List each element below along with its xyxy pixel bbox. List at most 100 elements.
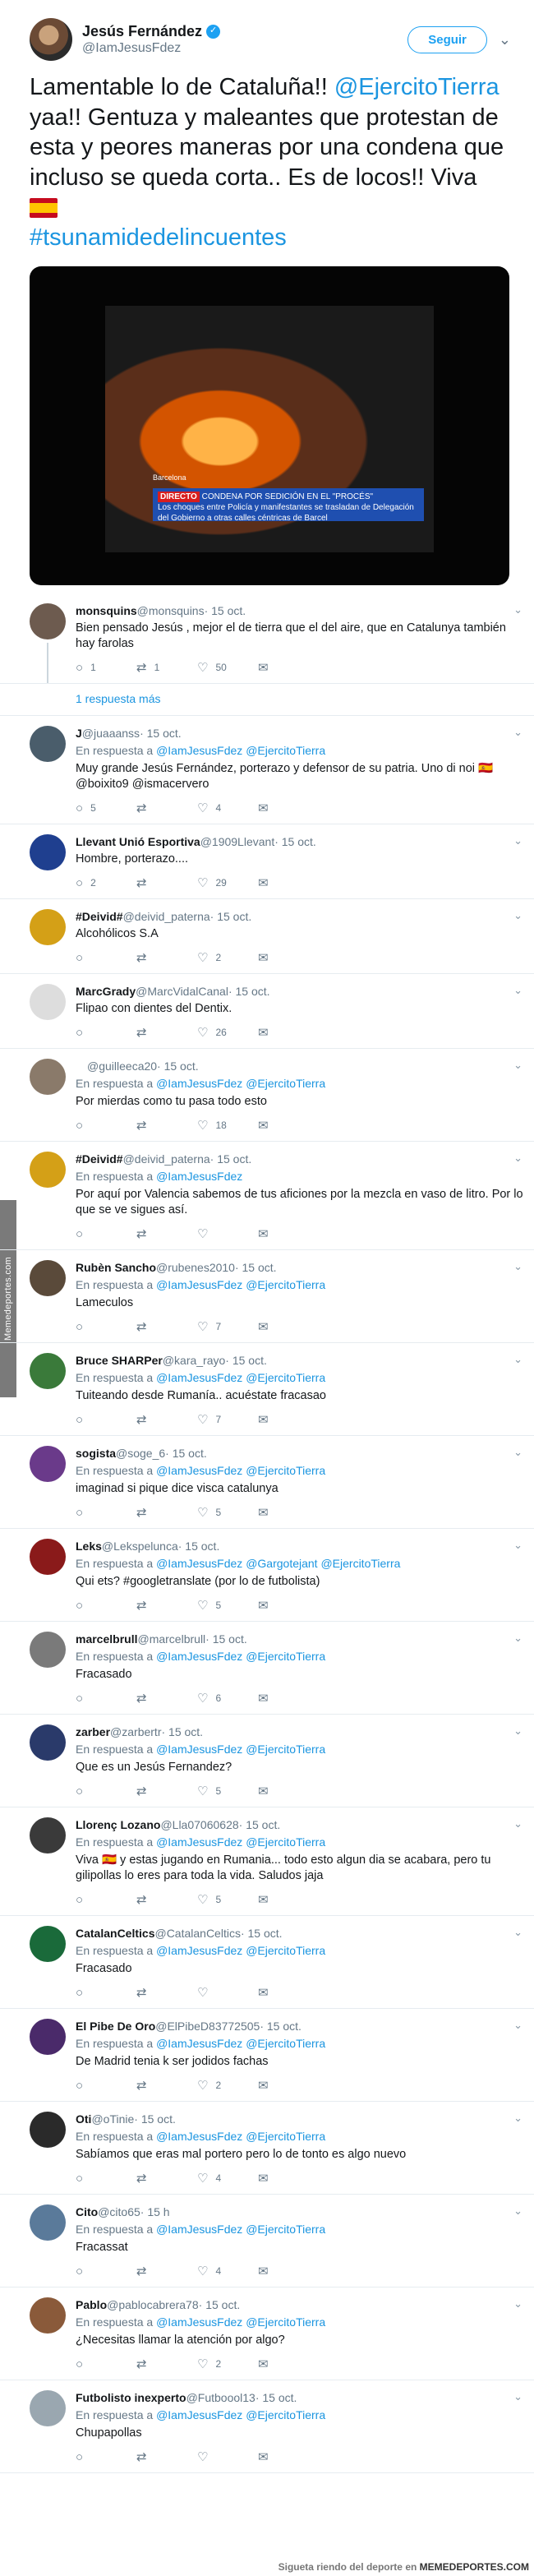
reply-tweet[interactable]: ⌄ CatalanCeltics@CatalanCeltics· 15 oct. E… xyxy=(0,1916,534,2010)
message-action[interactable]: ✉ xyxy=(258,950,319,965)
reply-tweet[interactable]: ⌄ #Deivid#@deivid_paterna· 15 oct. En resp… xyxy=(0,1142,534,1251)
in-reply-mentions[interactable]: @IamJesusFdez @EjercitoTierra xyxy=(156,1944,325,1957)
chevron-down-icon[interactable]: ⌄ xyxy=(513,726,522,739)
retweet-action[interactable]: ⇄ xyxy=(136,2078,197,2093)
reply-tweet[interactable]: ⌄ MarcGrady@MarcVidalCanal· 15 oct. Flipao… xyxy=(0,974,534,1050)
retweet-action[interactable]: ⇄ xyxy=(136,875,197,890)
reply-author-handle[interactable]: @guilleeca20 xyxy=(87,1059,157,1073)
author-name-text[interactable]: Jesús Fernández xyxy=(82,22,202,41)
retweet-action[interactable]: ⇄ xyxy=(136,1691,197,1706)
reply-author-name[interactable]: CatalanCeltics xyxy=(76,1927,154,1940)
message-action[interactable]: ✉ xyxy=(258,1892,319,1907)
reply-author-name[interactable]: marcelbrull xyxy=(76,1632,137,1646)
reply-date[interactable]: · 15 h xyxy=(140,2205,170,2218)
like-action[interactable]: ♡ 5 xyxy=(197,1784,258,1798)
reply-author-name[interactable]: J xyxy=(76,727,82,740)
chevron-down-icon[interactable]: ⌄ xyxy=(513,834,522,847)
chevron-down-icon[interactable]: ⌄ xyxy=(513,1817,522,1830)
avatar[interactable] xyxy=(30,18,72,61)
in-reply-mentions[interactable]: @IamJesusFdez @EjercitoTierra xyxy=(156,1464,325,1477)
reply-action[interactable]: ○ xyxy=(76,2079,136,2093)
avatar[interactable] xyxy=(30,834,66,871)
reply-tweet[interactable]: ⌄ marcelbrull@marcelbrull· 15 oct. En resp… xyxy=(0,1622,534,1715)
message-action[interactable]: ✉ xyxy=(258,660,319,675)
reply-author-handle[interactable]: @Lla07060628 xyxy=(160,1818,238,1831)
reply-tweet[interactable]: ⌄ Rubèn Sancho@rubenes2010· 15 oct. En res… xyxy=(0,1250,534,1344)
reply-author-name[interactable]: Rubèn Sancho xyxy=(76,1261,156,1274)
retweet-action[interactable]: ⇄ xyxy=(136,1025,197,1040)
reply-tweet[interactable]: ⌄ #Deivid#@deivid_paterna· 15 oct. Alcohól… xyxy=(0,899,534,975)
like-action[interactable]: ♡ 2 xyxy=(197,2078,258,2093)
reply-date[interactable]: · 15 oct. xyxy=(274,835,316,848)
reply-date[interactable]: · 15 oct. xyxy=(210,1152,252,1166)
message-action[interactable]: ✉ xyxy=(258,2264,319,2278)
avatar[interactable] xyxy=(30,909,66,946)
chevron-down-icon[interactable]: ⌄ xyxy=(513,1059,522,1072)
reply-action[interactable]: ○ 2 xyxy=(76,876,136,890)
reply-action[interactable]: ○ xyxy=(76,2172,136,2186)
message-action[interactable]: ✉ xyxy=(258,2171,319,2186)
avatar[interactable] xyxy=(30,1539,66,1576)
message-action[interactable]: ✉ xyxy=(258,2078,319,2093)
retweet-action[interactable]: ⇄ xyxy=(136,2357,197,2371)
reply-author-handle[interactable]: @MarcVidalCanal xyxy=(136,985,228,998)
avatar[interactable] xyxy=(30,2112,66,2149)
avatar[interactable] xyxy=(30,1446,66,1483)
in-reply-mentions[interactable]: @IamJesusFdez @EjercitoTierra xyxy=(156,2408,325,2421)
reply-tweet[interactable]: ⌄ Llevant Unió Esportiva@1909Llevant· 15 … xyxy=(0,824,534,900)
reply-author-name[interactable]: Futbolisto inexperto xyxy=(76,2391,186,2404)
in-reply-mentions[interactable]: @IamJesusFdez @Gargotejant @EjercitoTier… xyxy=(156,1557,400,1570)
reply-date[interactable]: · 15 oct. xyxy=(178,1540,220,1553)
reply-author-handle[interactable]: @marcelbrull xyxy=(137,1632,205,1646)
avatar[interactable] xyxy=(30,726,66,763)
reply-author-name[interactable] xyxy=(76,1059,87,1073)
like-action[interactable]: ♡ xyxy=(197,2449,258,2464)
message-action[interactable]: ✉ xyxy=(258,1784,319,1798)
like-action[interactable]: ♡ 2 xyxy=(197,2357,258,2371)
reply-tweet[interactable]: ⌄ Llorenç Lozano@Lla07060628· 15 oct. En r… xyxy=(0,1807,534,1917)
reply-tweet[interactable]: ⌄ sogista@soge_6· 15 oct. En respuesta a @… xyxy=(0,1436,534,1530)
reply-action[interactable]: ○ xyxy=(76,1119,136,1133)
reply-date[interactable]: · 15 oct. xyxy=(241,1927,283,1940)
message-action[interactable]: ✉ xyxy=(258,2449,319,2464)
like-action[interactable]: ♡ 7 xyxy=(197,1319,258,1334)
avatar[interactable] xyxy=(30,1059,66,1096)
like-action[interactable]: ♡ 5 xyxy=(197,1598,258,1613)
reply-action[interactable]: ○ xyxy=(76,1506,136,1520)
in-reply-mentions[interactable]: @IamJesusFdez @EjercitoTierra xyxy=(156,744,325,757)
in-reply-mentions[interactable]: @IamJesusFdez @EjercitoTierra xyxy=(156,2315,325,2329)
message-action[interactable]: ✉ xyxy=(258,1412,319,1427)
reply-author-name[interactable]: monsquins xyxy=(76,604,137,617)
reply-author-handle[interactable]: @juaaanss xyxy=(82,727,140,740)
reply-tweet[interactable]: ⌄ Bruce SHARPer@kara_rayo· 15 oct. En resp… xyxy=(0,1343,534,1437)
in-reply-mentions[interactable]: @IamJesusFdez @EjercitoTierra xyxy=(156,1077,325,1090)
message-action[interactable]: ✉ xyxy=(258,1226,319,1241)
reply-tweet[interactable]: ⌄ Futbolisto inexperto@Futboool13· 15 oct… xyxy=(0,2380,534,2474)
reply-date[interactable]: · 15 oct. xyxy=(165,1447,207,1460)
reply-author-name[interactable]: Llevant Unió Esportiva xyxy=(76,835,200,848)
reply-author-handle[interactable]: @kara_rayo xyxy=(163,1354,225,1367)
reply-action[interactable]: ○ xyxy=(76,1986,136,2000)
like-action[interactable]: ♡ 5 xyxy=(197,1505,258,1520)
chevron-down-icon[interactable]: ⌄ xyxy=(513,2297,522,2311)
reply-author-handle[interactable]: @deivid_paterna xyxy=(123,910,210,923)
reply-action[interactable]: ○ xyxy=(76,1227,136,1241)
message-action[interactable]: ✉ xyxy=(258,1025,319,1040)
retweet-action[interactable]: ⇄ xyxy=(136,1118,197,1133)
reply-date[interactable]: · 15 oct. xyxy=(235,1261,277,1274)
reply-author-handle[interactable]: @Futboool13 xyxy=(186,2391,255,2404)
avatar[interactable] xyxy=(30,1632,66,1669)
reply-tweet[interactable]: ⌄ monsquins@monsquins· 15 oct. Bien pensad… xyxy=(0,593,534,685)
reply-date[interactable]: · 15 oct. xyxy=(161,1725,203,1738)
reply-author-name[interactable]: Pablo xyxy=(76,2298,107,2311)
reply-action[interactable]: ○ xyxy=(76,2357,136,2371)
avatar[interactable] xyxy=(30,1353,66,1390)
avatar[interactable] xyxy=(30,1926,66,1963)
like-action[interactable]: ♡ xyxy=(197,1985,258,2000)
reply-action[interactable]: ○ xyxy=(76,1026,136,1040)
reply-action[interactable]: ○ xyxy=(76,1893,136,1907)
avatar[interactable] xyxy=(30,2204,66,2241)
in-reply-mentions[interactable]: @IamJesusFdez @EjercitoTierra xyxy=(156,1743,325,1756)
message-action[interactable]: ✉ xyxy=(258,1319,319,1334)
message-action[interactable]: ✉ xyxy=(258,1598,319,1613)
